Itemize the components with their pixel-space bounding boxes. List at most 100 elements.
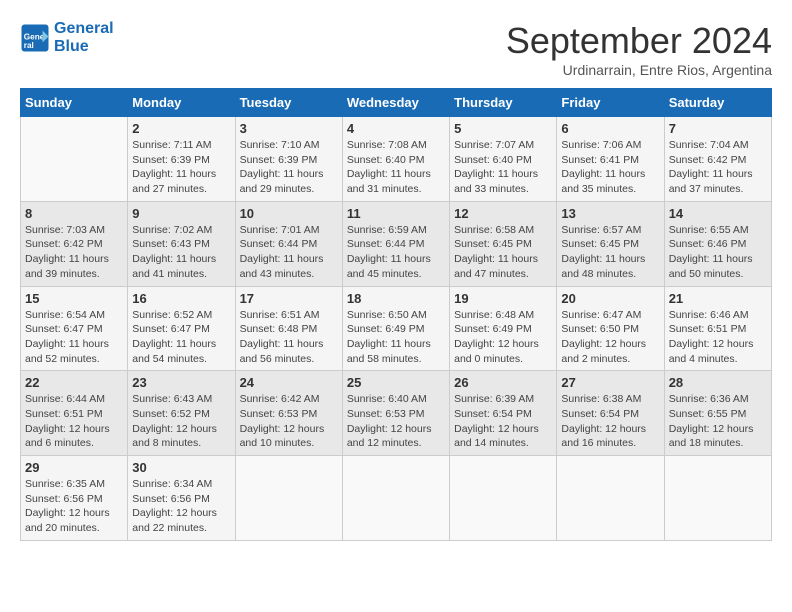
table-row: 11 Sunrise: 6:59 AMSunset: 6:44 PMDayligh… — [342, 201, 449, 286]
table-row: 20Sunrise: 6:47 AMSunset: 6:50 PMDayligh… — [557, 286, 664, 371]
header-sunday: Sunday — [21, 89, 128, 117]
day-info: Sunrise: 6:51 AMSunset: 6:48 PMDaylight:… — [240, 308, 338, 367]
day-info: Sunrise: 6:43 AMSunset: 6:52 PMDaylight:… — [132, 392, 230, 451]
day-info: Sunrise: 6:34 AMSunset: 6:56 PMDaylight:… — [132, 477, 230, 536]
location-subtitle: Urdinarrain, Entre Rios, Argentina — [506, 62, 772, 78]
day-info: Sunrise: 7:02 AMSunset: 6:43 PMDaylight:… — [132, 223, 230, 282]
day-info: Sunrise: 7:04 AMSunset: 6:42 PMDaylight:… — [669, 138, 767, 197]
title-block: September 2024 Urdinarrain, Entre Rios, … — [506, 20, 772, 78]
header-friday: Friday — [557, 89, 664, 117]
day-number: 16 — [132, 291, 230, 306]
day-info: Sunrise: 7:11 AMSunset: 6:39 PMDaylight:… — [132, 138, 230, 197]
day-number: 17 — [240, 291, 338, 306]
table-row: 7 Sunrise: 7:04 AMSunset: 6:42 PMDaylight… — [664, 117, 771, 202]
header-wednesday: Wednesday — [342, 89, 449, 117]
table-row: 30 Sunrise: 6:34 AMSunset: 6:56 PMDayligh… — [128, 456, 235, 541]
page-header: Gene ral General Blue September 2024 Urd… — [20, 20, 772, 78]
day-number: 29 — [25, 460, 123, 475]
table-row: 3Sunrise: 7:10 AMSunset: 6:39 PMDaylight… — [235, 117, 342, 202]
table-row: 10 Sunrise: 7:01 AMSunset: 6:44 PMDayligh… — [235, 201, 342, 286]
day-info: Sunrise: 6:42 AMSunset: 6:53 PMDaylight:… — [240, 392, 338, 451]
table-row — [235, 456, 342, 541]
table-row: 21 Sunrise: 6:46 AMSunset: 6:51 PMDayligh… — [664, 286, 771, 371]
day-number: 26 — [454, 375, 552, 390]
table-row: 23 Sunrise: 6:43 AMSunset: 6:52 PMDayligh… — [128, 371, 235, 456]
table-row — [450, 456, 557, 541]
table-row: 16 Sunrise: 6:52 AMSunset: 6:47 PMDayligh… — [128, 286, 235, 371]
day-number: 5 — [454, 121, 552, 136]
table-row: 18 Sunrise: 6:50 AMSunset: 6:49 PMDayligh… — [342, 286, 449, 371]
day-number: 21 — [669, 291, 767, 306]
header-monday: Monday — [128, 89, 235, 117]
day-number: 4 — [347, 121, 445, 136]
table-row: 26 Sunrise: 6:39 AMSunset: 6:54 PMDayligh… — [450, 371, 557, 456]
table-row — [557, 456, 664, 541]
table-row: 5 Sunrise: 7:07 AMSunset: 6:40 PMDaylight… — [450, 117, 557, 202]
table-row: 15 Sunrise: 6:54 AMSunset: 6:47 PMDayligh… — [21, 286, 128, 371]
day-info: Sunrise: 6:57 AMSunset: 6:45 PMDaylight:… — [561, 223, 659, 282]
table-row: 12Sunrise: 6:58 AMSunset: 6:45 PMDayligh… — [450, 201, 557, 286]
day-info: Sunrise: 7:08 AMSunset: 6:40 PMDaylight:… — [347, 138, 445, 197]
day-number: 30 — [132, 460, 230, 475]
day-number: 13 — [561, 206, 659, 221]
table-row: 22Sunrise: 6:44 AMSunset: 6:51 PMDayligh… — [21, 371, 128, 456]
day-info: Sunrise: 6:50 AMSunset: 6:49 PMDaylight:… — [347, 308, 445, 367]
day-info: Sunrise: 6:40 AMSunset: 6:53 PMDaylight:… — [347, 392, 445, 451]
table-row: 14 Sunrise: 6:55 AMSunset: 6:46 PMDayligh… — [664, 201, 771, 286]
day-number: 23 — [132, 375, 230, 390]
table-row: 8 Sunrise: 7:03 AMSunset: 6:42 PMDaylight… — [21, 201, 128, 286]
day-info: Sunrise: 7:10 AMSunset: 6:39 PMDaylight:… — [240, 138, 338, 197]
day-info: Sunrise: 7:01 AMSunset: 6:44 PMDaylight:… — [240, 223, 338, 282]
table-row: 2 Sunrise: 7:11 AMSunset: 6:39 PMDaylight… — [128, 117, 235, 202]
day-info: Sunrise: 6:54 AMSunset: 6:47 PMDaylight:… — [25, 308, 123, 367]
table-row: 9 Sunrise: 7:02 AMSunset: 6:43 PMDaylight… — [128, 201, 235, 286]
table-row: 29 Sunrise: 6:35 AMSunset: 6:56 PMDayligh… — [21, 456, 128, 541]
day-info: Sunrise: 6:47 AMSunset: 6:50 PMDaylight:… — [561, 308, 659, 367]
table-row — [342, 456, 449, 541]
day-info: Sunrise: 6:39 AMSunset: 6:54 PMDaylight:… — [454, 392, 552, 451]
table-row: 27Sunrise: 6:38 AMSunset: 6:54 PMDayligh… — [557, 371, 664, 456]
day-info: Sunrise: 6:36 AMSunset: 6:55 PMDaylight:… — [669, 392, 767, 451]
day-number: 2 — [132, 121, 230, 136]
day-number: 15 — [25, 291, 123, 306]
header-saturday: Saturday — [664, 89, 771, 117]
day-info: Sunrise: 6:35 AMSunset: 6:56 PMDaylight:… — [25, 477, 123, 536]
table-row: 28 Sunrise: 6:36 AMSunset: 6:55 PMDayligh… — [664, 371, 771, 456]
day-number: 18 — [347, 291, 445, 306]
day-number: 8 — [25, 206, 123, 221]
logo-line2: Blue — [54, 38, 114, 56]
day-number: 19 — [454, 291, 552, 306]
day-info: Sunrise: 6:38 AMSunset: 6:54 PMDaylight:… — [561, 392, 659, 451]
table-row — [21, 117, 128, 202]
table-row: 24 Sunrise: 6:42 AMSunset: 6:53 PMDayligh… — [235, 371, 342, 456]
day-number: 25 — [347, 375, 445, 390]
table-row: 4 Sunrise: 7:08 AMSunset: 6:40 PMDaylight… — [342, 117, 449, 202]
day-info: Sunrise: 7:06 AMSunset: 6:41 PMDaylight:… — [561, 138, 659, 197]
day-number: 28 — [669, 375, 767, 390]
day-number: 11 — [347, 206, 445, 221]
table-row: 19 Sunrise: 6:48 AMSunset: 6:49 PMDayligh… — [450, 286, 557, 371]
table-row: 17 Sunrise: 6:51 AMSunset: 6:48 PMDayligh… — [235, 286, 342, 371]
day-info: Sunrise: 6:52 AMSunset: 6:47 PMDaylight:… — [132, 308, 230, 367]
day-info: Sunrise: 7:03 AMSunset: 6:42 PMDaylight:… — [25, 223, 123, 282]
day-info: Sunrise: 6:58 AMSunset: 6:45 PMDaylight:… — [454, 223, 552, 282]
calendar-table: Sunday Monday Tuesday Wednesday Thursday… — [20, 88, 772, 541]
day-number: 10 — [240, 206, 338, 221]
header-thursday: Thursday — [450, 89, 557, 117]
day-info: Sunrise: 6:59 AMSunset: 6:44 PMDaylight:… — [347, 223, 445, 282]
day-info: Sunrise: 6:55 AMSunset: 6:46 PMDaylight:… — [669, 223, 767, 282]
logo: Gene ral General Blue — [20, 20, 114, 55]
table-row: 13 Sunrise: 6:57 AMSunset: 6:45 PMDayligh… — [557, 201, 664, 286]
day-info: Sunrise: 7:07 AMSunset: 6:40 PMDaylight:… — [454, 138, 552, 197]
day-number: 9 — [132, 206, 230, 221]
table-row: 25 Sunrise: 6:40 AMSunset: 6:53 PMDayligh… — [342, 371, 449, 456]
day-number: 24 — [240, 375, 338, 390]
day-info: Sunrise: 6:46 AMSunset: 6:51 PMDaylight:… — [669, 308, 767, 367]
day-number: 14 — [669, 206, 767, 221]
header-tuesday: Tuesday — [235, 89, 342, 117]
svg-text:ral: ral — [24, 40, 34, 49]
month-title: September 2024 — [506, 20, 772, 62]
logo-icon: Gene ral — [20, 23, 50, 53]
day-number: 7 — [669, 121, 767, 136]
day-info: Sunrise: 6:48 AMSunset: 6:49 PMDaylight:… — [454, 308, 552, 367]
